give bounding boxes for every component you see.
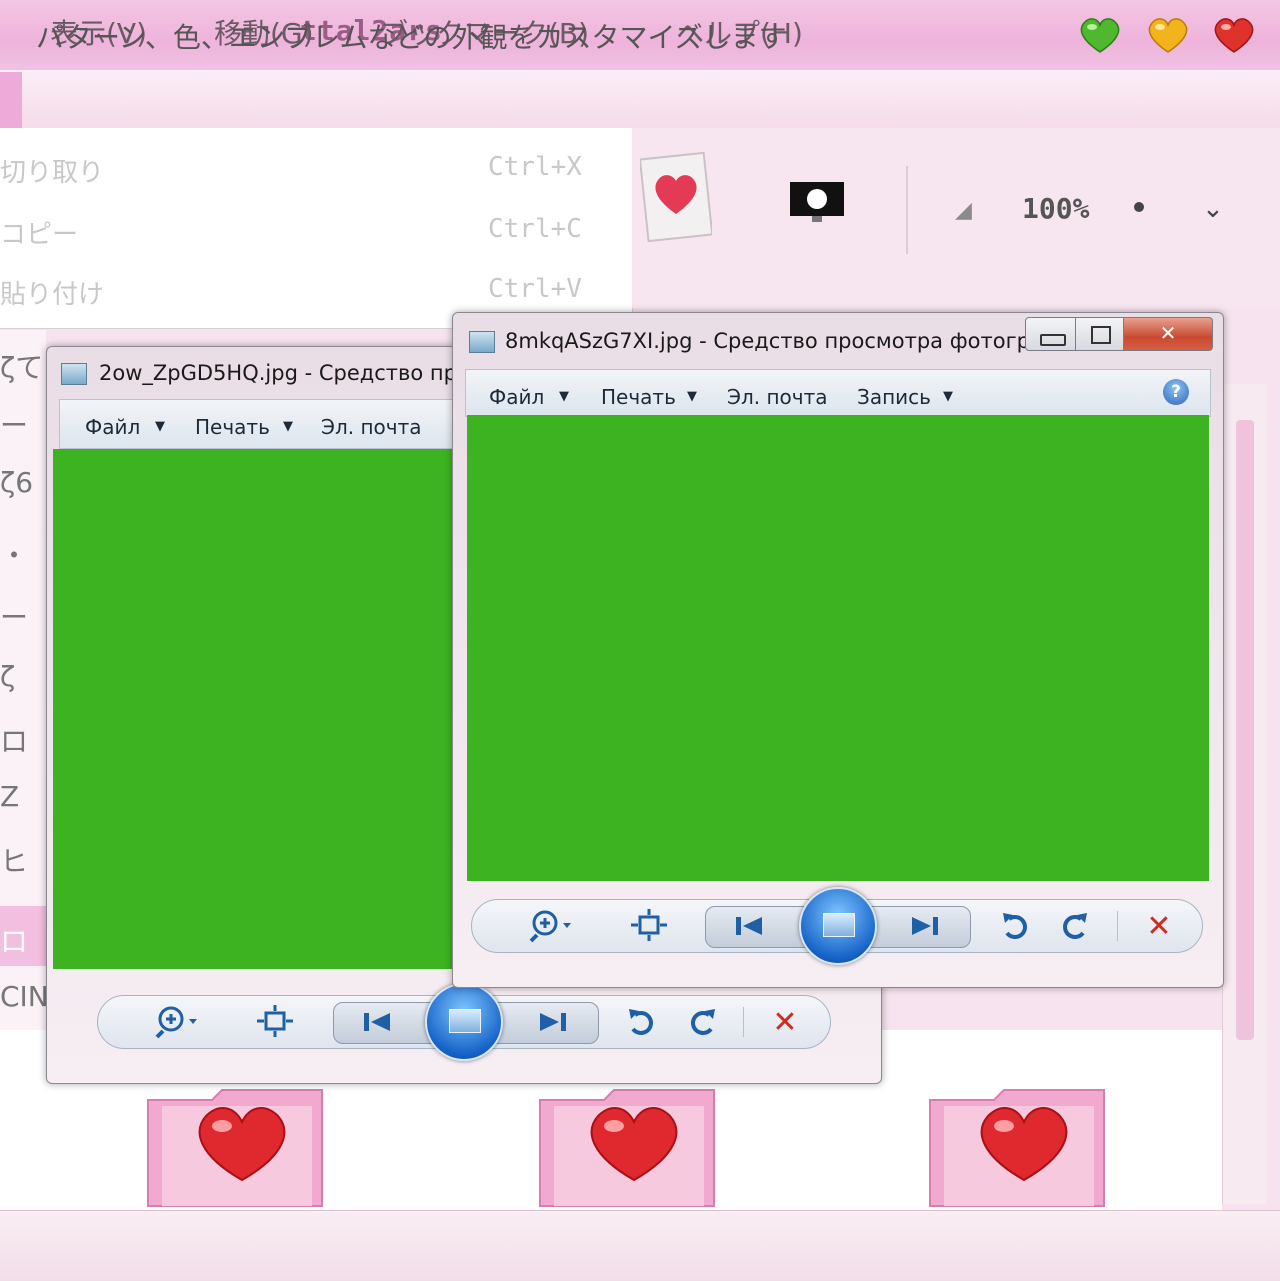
help-icon[interactable]: ?: [1163, 379, 1189, 405]
maximize-heart-icon[interactable]: [1146, 16, 1190, 54]
rotate-left-icon[interactable]: [995, 907, 1035, 945]
previous-icon[interactable]: [353, 1003, 401, 1041]
sidebar-fragment-text: ζ6: [0, 466, 34, 499]
actual-size-icon[interactable]: [627, 905, 671, 945]
delete-icon[interactable]: ✕: [1137, 907, 1181, 945]
photo-image: [467, 415, 1209, 881]
slideshow-button[interactable]: [799, 887, 877, 965]
dropdown-item-paste[interactable]: 貼り付け: [0, 274, 104, 311]
sidebar-fragment-text: ζて: [0, 351, 44, 384]
minimize-icon: [1040, 334, 1066, 346]
next-icon[interactable]: [901, 907, 949, 945]
dropdown-item-cut[interactable]: 切り取り: [0, 152, 104, 189]
delete-icon[interactable]: ✕: [763, 1003, 807, 1041]
sidebar-fragment-text: CIN: [0, 980, 49, 1013]
dropdown-arrow-icon[interactable]: ▼: [559, 389, 569, 404]
zoom-icon[interactable]: [521, 905, 581, 945]
viewer-menu-bar: [465, 369, 1211, 417]
menu-email[interactable]: Эл. почта: [321, 415, 422, 439]
sidebar-fragment-text: ζ: [0, 660, 16, 693]
dropdown-shortcut-copy: Ctrl+C: [488, 214, 582, 244]
rotate-left-icon[interactable]: [621, 1003, 661, 1041]
right-scrollbar-thumb[interactable]: [1236, 420, 1254, 1040]
zoom-icon[interactable]: [147, 1001, 207, 1041]
heart-folder-icon[interactable]: [924, 1080, 1114, 1208]
minimize-heart-icon[interactable]: [1078, 16, 1122, 54]
display-mode-icon[interactable]: [790, 182, 844, 222]
sidebar-fragment-text: Z: [0, 780, 20, 813]
sidebar-fragment-text: ロ: [0, 725, 29, 758]
heart-folder-icon[interactable]: [534, 1080, 724, 1208]
sidebar-fragment-text: ロ: [0, 925, 29, 958]
rotate-right-icon[interactable]: [683, 1003, 723, 1041]
menu-email[interactable]: Эл. почта: [727, 385, 828, 409]
photo-viewer-icon: [469, 331, 495, 353]
photo-viewer-window-front[interactable]: 8mkqASzG7XI.jpg - Средство просмотра фот…: [452, 312, 1224, 988]
dropdown-shortcut-paste: Ctrl+V: [488, 274, 582, 304]
slideshow-button[interactable]: [425, 983, 503, 1061]
dropdown-item-copy[interactable]: コピー: [0, 214, 78, 251]
window-title: 8mkqASzG7XI.jpg - Средство просмотра фот…: [505, 329, 1063, 353]
maximize-icon: [1091, 326, 1111, 344]
actual-size-icon[interactable]: [253, 1001, 297, 1041]
sidebar-fragment-text: ・: [0, 539, 29, 572]
control-separator: [1117, 911, 1118, 941]
toolbar-separator: [906, 166, 908, 254]
dropdown-arrow-icon[interactable]: ▼: [155, 419, 165, 434]
close-button[interactable]: ✕: [1123, 317, 1213, 351]
slideshow-icon: [823, 913, 855, 937]
rotate-right-icon[interactable]: [1055, 907, 1095, 945]
previous-icon[interactable]: [725, 907, 773, 945]
window-title: 2ow_ZpGD5HQ.jpg - Средство просмотра фот…: [99, 361, 459, 385]
photo-viewer-icon: [61, 363, 87, 385]
app-menu-bar: [0, 70, 1280, 129]
menu-accent: [0, 72, 22, 128]
menu-print[interactable]: Печать: [195, 415, 270, 439]
close-heart-icon[interactable]: [1212, 16, 1256, 54]
minimize-button[interactable]: [1025, 317, 1077, 351]
control-separator: [743, 1007, 744, 1037]
dropdown-arrow-icon[interactable]: ▼: [283, 419, 293, 434]
maximize-button[interactable]: [1075, 317, 1125, 351]
sidebar-fragment-text: ー: [0, 409, 29, 442]
sidebar-fragment-text: ヒ: [0, 845, 29, 878]
dropdown-arrow-icon[interactable]: ▼: [943, 389, 953, 404]
dropdown-shortcut-cut: Ctrl+X: [488, 152, 582, 182]
zoom-out-icon[interactable]: ◢: [955, 198, 972, 223]
chevron-down-icon[interactable]: ⌄: [1202, 194, 1224, 224]
menu-print[interactable]: Печать: [601, 385, 676, 409]
sidebar-fragment-text: ー: [0, 601, 29, 634]
menu-file[interactable]: Файл: [489, 385, 544, 409]
status-text: パターン、色、エンブレムなどの外観をカスタマイズします: [36, 21, 787, 54]
slideshow-icon: [449, 1009, 481, 1033]
menu-file[interactable]: Файл: [85, 415, 140, 439]
menu-burn[interactable]: Запись: [857, 385, 931, 409]
heart-folder-icon[interactable]: [142, 1080, 332, 1208]
zoom-level[interactable]: 100%: [1022, 192, 1089, 225]
next-icon[interactable]: [529, 1003, 577, 1041]
dropdown-arrow-icon[interactable]: ▼: [687, 389, 697, 404]
status-bar: [0, 1210, 1280, 1281]
heart-card-icon[interactable]: [640, 150, 712, 242]
zoom-dot-icon: [1134, 202, 1144, 212]
